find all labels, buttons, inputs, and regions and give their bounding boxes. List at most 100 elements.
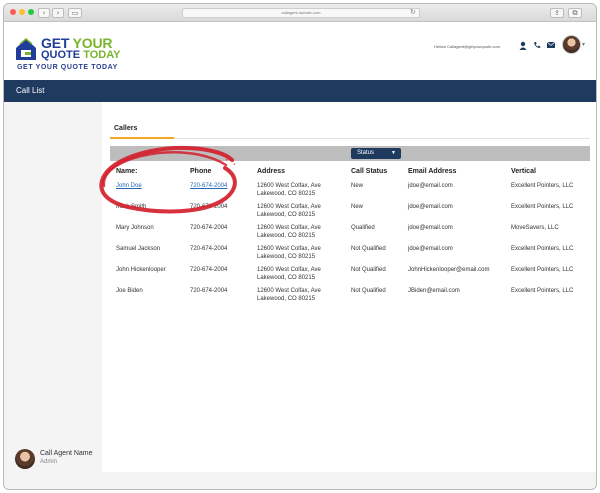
page-title: Call List [16, 86, 45, 95]
caller-address: 12600 West Colfax, Ave Lakewood, CO 8021… [257, 203, 321, 219]
status-filter-dropdown[interactable]: Status ▼ [351, 148, 401, 159]
browser-window: ‹ › ▭ callagent.domain.com ↻ ⇪ ⧉ GET YOU… [3, 3, 597, 490]
user-avatar[interactable] [562, 35, 581, 54]
footer-area [102, 472, 596, 489]
address-line2: Lakewood, CO 80215 [257, 233, 316, 239]
logo-word-today: TODAY [83, 49, 121, 61]
caller-vertical: Excellent Pointers, LLC [511, 204, 574, 210]
tab-active-indicator [110, 137, 174, 139]
caller-address: 12600 West Colfax, Ave Lakewood, CO 8021… [257, 245, 321, 261]
caller-email: JohnHickenlooper@email.com [408, 267, 490, 273]
reload-icon[interactable]: ↻ [410, 8, 416, 16]
minimize-window-button[interactable] [19, 9, 25, 15]
brand-logo[interactable]: GET YOUR QUOTE TODAY GET YOUR QUOTE TODA… [14, 36, 134, 76]
chevron-right-icon: › [56, 9, 60, 17]
caller-status: Qualified [351, 225, 375, 231]
tab-callers[interactable]: Callers [114, 125, 137, 132]
caller-vertical: Excellent Pointers, LLC [511, 288, 574, 294]
address-line1: 12600 West Colfax, Ave [257, 225, 321, 231]
table-row[interactable]: Joe Biden 720-674-2004 12600 West Colfax… [110, 287, 590, 308]
address-bar[interactable]: callagent.domain.com [182, 8, 420, 18]
table-row[interactable]: John Hickenlooper 720-674-2004 12600 Wes… [110, 266, 590, 287]
table-row[interactable]: Samuel Jackson 720-674-2004 12600 West C… [110, 245, 590, 266]
phone-icon[interactable] [532, 40, 542, 50]
caller-status: New [351, 204, 364, 210]
caller-phone: 720-674-2004 [190, 288, 228, 294]
caller-vertical: Excellent Pointers, LLC [511, 267, 574, 273]
divider [174, 138, 590, 139]
mail-icon[interactable] [546, 40, 556, 50]
logo-wordmark-line1: GET YOUR [41, 36, 112, 50]
caller-email: jdoe@email.com [408, 246, 453, 252]
house-logo-icon [16, 38, 36, 60]
address-line2: Lakewood, CO 80215 [257, 275, 316, 281]
caller-vertical: Excellent Pointers, LLC [511, 183, 574, 189]
caret-down-icon: ▼ [391, 150, 396, 156]
caller-email: jdoe@email.com [408, 183, 453, 189]
address-line2: Lakewood, CO 80215 [257, 212, 316, 218]
address-line2: Lakewood, CO 80215 [257, 296, 316, 302]
caller-vertical: MoveSavers, LLC [511, 225, 559, 231]
greeting-text: Hellow Callagent@getyourquote.com [434, 44, 501, 49]
caller-name: Joe Biden [116, 288, 143, 294]
table-row[interactable]: John Doe 720-674-2004 12600 West Colfax,… [110, 182, 590, 203]
caller-name-link[interactable]: John Doe [116, 182, 142, 190]
close-window-button[interactable] [10, 9, 16, 15]
caller-status: Not Qualified [351, 288, 386, 294]
caller-phone: 720-674-2004 [190, 267, 228, 273]
caller-address: 12600 West Colfax, Ave Lakewood, CO 8021… [257, 224, 321, 240]
status-filter-label: Status [357, 150, 375, 156]
caller-phone: 720-674-2004 [190, 204, 228, 210]
chevron-down-icon[interactable]: ▾ [582, 41, 585, 48]
address-line2: Lakewood, CO 80215 [257, 191, 316, 197]
column-header-address[interactable]: Address [257, 168, 285, 175]
filter-bar: Status ▼ [110, 146, 590, 161]
agent-avatar[interactable] [15, 449, 35, 469]
caller-address: 12600 West Colfax, Ave Lakewood, CO 8021… [257, 266, 321, 282]
caller-phone-link[interactable]: 720-674-2004 [190, 182, 227, 190]
share-button[interactable]: ⇪ [550, 8, 564, 18]
tabs-icon: ⧉ [572, 9, 578, 17]
caller-name: Mary Johnson [116, 225, 154, 231]
column-header-vertical[interactable]: Vertical [511, 168, 536, 175]
logo-wordmark-line2: QUOTE TODAY [41, 49, 120, 61]
caller-email: JBiden@email.com [408, 288, 460, 294]
logo-tagline: GET YOUR QUOTE TODAY [17, 64, 118, 71]
back-button[interactable]: ‹ [38, 8, 50, 18]
caller-name: Mark Smith [116, 204, 147, 210]
main-content: Callers Status ▼ Name: Phone Address Cal… [102, 102, 596, 472]
window-controls [10, 9, 34, 15]
caller-vertical: Excellent Pointers, LLC [511, 246, 574, 252]
caller-phone: 720-674-2004 [190, 246, 228, 252]
user-icon[interactable] [518, 40, 528, 50]
address-line1: 12600 West Colfax, Ave [257, 183, 321, 189]
address-line1: 12600 West Colfax, Ave [257, 288, 321, 294]
caller-name: John Hickenlooper [116, 267, 166, 273]
address-line2: Lakewood, CO 80215 [257, 254, 316, 260]
address-line1: 12600 West Colfax, Ave [257, 267, 321, 273]
page-title-bar: Call List [4, 80, 596, 102]
sidebar: Call Agent Name Admin [4, 102, 102, 489]
caller-status: Not Qualified [351, 246, 386, 252]
column-header-email[interactable]: Email Address [408, 168, 456, 175]
address-line1: 12600 West Colfax, Ave [257, 246, 321, 252]
sidebar-toggle-button[interactable]: ▭ [68, 8, 82, 18]
caller-name: Samuel Jackson [116, 246, 161, 252]
caller-address: 12600 West Colfax, Ave Lakewood, CO 8021… [257, 287, 321, 303]
column-header-phone[interactable]: Phone [190, 168, 211, 175]
address-line1: 12600 West Colfax, Ave [257, 204, 321, 210]
tabs-button[interactable]: ⧉ [568, 8, 582, 18]
browser-toolbar: ‹ › ▭ callagent.domain.com ↻ ⇪ ⧉ [4, 4, 596, 22]
chevron-left-icon: ‹ [42, 9, 46, 17]
agent-name: Call Agent Name [40, 450, 93, 457]
table-row[interactable]: Mark Smith 720-674-2004 12600 West Colfa… [110, 203, 590, 224]
table-row[interactable]: Mary Johnson 720-674-2004 12600 West Col… [110, 224, 590, 245]
column-header-name[interactable]: Name: [116, 168, 137, 175]
caller-email: jdoe@email.com [408, 204, 453, 210]
maximize-window-button[interactable] [28, 9, 34, 15]
app-header: GET YOUR QUOTE TODAY GET YOUR QUOTE TODA… [4, 22, 596, 80]
column-header-status[interactable]: Call Status [351, 168, 387, 175]
forward-button[interactable]: › [52, 8, 64, 18]
sidebar-icon: ▭ [71, 9, 79, 17]
caller-email: jdoe@email.com [408, 225, 453, 231]
